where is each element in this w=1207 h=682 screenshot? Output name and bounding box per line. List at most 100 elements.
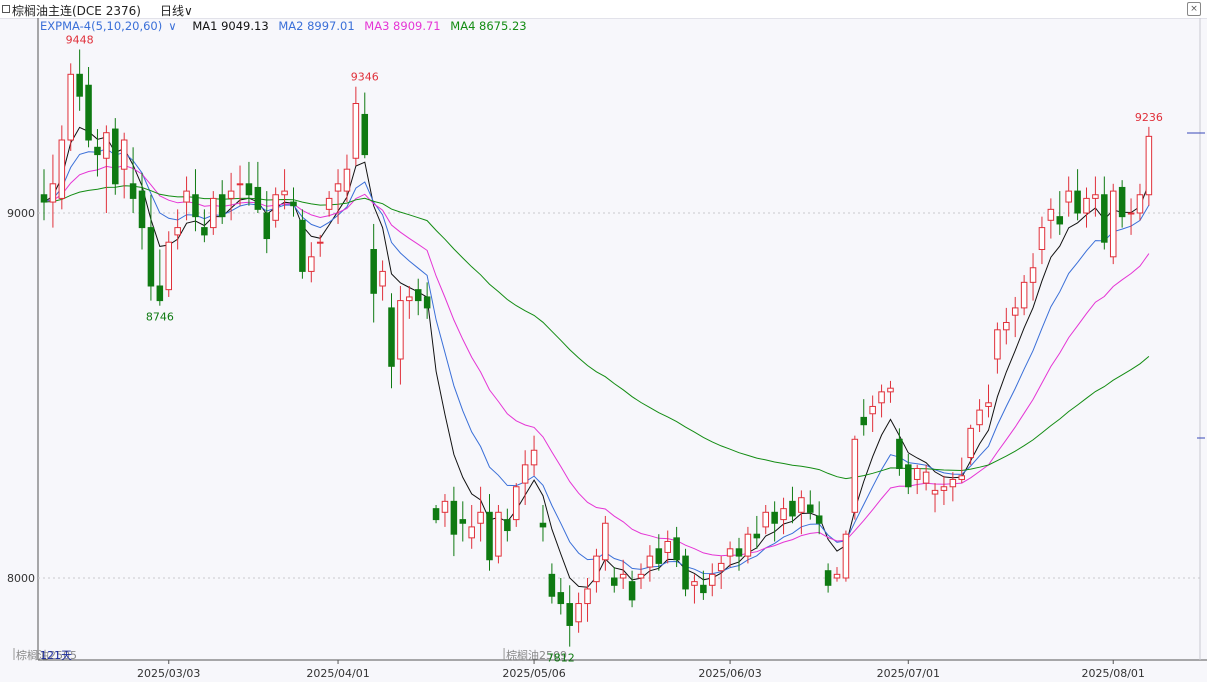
candle-body[interactable] xyxy=(227,190,235,199)
candle-body[interactable] xyxy=(138,190,146,229)
candle-body[interactable] xyxy=(379,270,386,287)
candle-body[interactable] xyxy=(183,190,190,203)
candle-body[interactable] xyxy=(709,573,716,586)
candle-body[interactable] xyxy=(85,84,92,141)
candle-body[interactable] xyxy=(120,139,128,170)
candle-body[interactable] xyxy=(548,573,556,597)
candle-body[interactable] xyxy=(789,500,796,517)
candle-body[interactable] xyxy=(147,227,155,287)
candle-body[interactable] xyxy=(495,511,502,557)
candle-body[interactable] xyxy=(1101,194,1108,243)
candle-body[interactable] xyxy=(700,584,707,594)
candle-body[interactable] xyxy=(798,497,805,513)
candle-body[interactable] xyxy=(334,183,342,192)
candle-body[interactable] xyxy=(272,194,279,221)
candle-body[interactable] xyxy=(58,139,66,199)
candle-body[interactable] xyxy=(397,300,404,360)
candle-body[interactable] xyxy=(486,511,493,561)
candle-body[interactable] xyxy=(218,194,226,218)
candle-body[interactable] xyxy=(245,183,253,196)
candle-body[interactable] xyxy=(477,511,484,524)
candle-body[interactable] xyxy=(762,511,769,528)
candle-body[interactable] xyxy=(726,548,734,557)
candle-body[interactable] xyxy=(432,508,440,521)
candle-body[interactable] xyxy=(468,526,475,539)
candle-body[interactable] xyxy=(628,581,636,601)
candle-body[interactable] xyxy=(584,588,591,605)
candle-body[interactable] xyxy=(682,555,689,590)
candle-body[interactable] xyxy=(406,296,413,302)
candle-body[interactable] xyxy=(174,227,181,236)
candle-body[interactable] xyxy=(290,201,297,207)
candle-body[interactable] xyxy=(450,500,458,535)
candle-body[interactable] xyxy=(49,183,57,203)
candle-body[interactable] xyxy=(664,541,671,553)
candle-body[interactable] xyxy=(201,227,208,236)
candle-body[interactable] xyxy=(521,464,529,484)
candle-body[interactable] xyxy=(780,508,787,521)
candle-body[interactable] xyxy=(1011,307,1019,316)
candle-body[interactable] xyxy=(361,113,369,156)
candle-body[interactable] xyxy=(1092,194,1099,199)
candle-body[interactable] xyxy=(1109,190,1117,258)
candle-body[interactable] xyxy=(325,197,333,210)
candle-body[interactable] xyxy=(807,504,814,513)
candle-body[interactable] xyxy=(263,212,271,240)
candle-body[interactable] xyxy=(967,427,974,459)
candle-body[interactable] xyxy=(76,73,83,97)
candle-body[interactable] xyxy=(1065,190,1072,203)
candle-body[interactable] xyxy=(352,103,360,159)
candle-body[interactable] xyxy=(922,471,930,484)
candle-body[interactable] xyxy=(896,438,903,469)
candle-body[interactable] xyxy=(1136,194,1144,214)
candle-body[interactable] xyxy=(236,183,244,186)
candle-body[interactable] xyxy=(94,146,101,156)
candle-body[interactable] xyxy=(423,296,431,309)
candle-body[interactable] xyxy=(637,573,645,579)
candle-body[interactable] xyxy=(1020,281,1028,309)
candle-body[interactable] xyxy=(281,190,288,196)
candle-body[interactable] xyxy=(655,548,663,564)
candle-body[interactable] xyxy=(1047,208,1055,221)
candle-body[interactable] xyxy=(343,168,351,192)
candle-body[interactable] xyxy=(744,533,752,557)
candle-body[interactable] xyxy=(539,522,547,528)
candlestick-chart[interactable]: 8000 9000 2025/03/03 2025/04/01 2025/05/06 20… xyxy=(0,0,1207,682)
candle-body[interactable] xyxy=(165,241,173,291)
candle-body[interactable] xyxy=(1145,135,1153,196)
candle-body[interactable] xyxy=(878,391,885,404)
candle-body[interactable] xyxy=(860,416,868,426)
candle-body[interactable] xyxy=(815,515,823,524)
candle-body[interactable] xyxy=(842,533,850,579)
candle-body[interactable] xyxy=(103,132,110,159)
candle-body[interactable] xyxy=(833,573,841,579)
candle-body[interactable] xyxy=(156,285,164,302)
candle-body[interactable] xyxy=(1074,190,1081,214)
candle-body[interactable] xyxy=(192,194,199,218)
candle-body[interactable] xyxy=(940,486,948,491)
candle-body[interactable] xyxy=(575,603,582,623)
candle-body[interactable] xyxy=(566,603,573,626)
candle-body[interactable] xyxy=(1118,186,1126,218)
candle-body[interactable] xyxy=(1127,212,1135,215)
candle-body[interactable] xyxy=(1056,216,1064,225)
candle-body[interactable] xyxy=(735,548,743,557)
candle-body[interactable] xyxy=(316,241,324,244)
candle-body[interactable] xyxy=(504,519,511,532)
candle-body[interactable] xyxy=(1083,197,1090,214)
candle-body[interactable] xyxy=(958,475,966,480)
candle-body[interactable] xyxy=(771,511,778,524)
candle-body[interactable] xyxy=(673,537,680,561)
candle-body[interactable] xyxy=(129,183,137,199)
candle-body[interactable] xyxy=(210,197,217,229)
candle-body[interactable] xyxy=(299,219,306,272)
candle-body[interactable] xyxy=(459,519,467,524)
candle-body[interactable] xyxy=(905,464,912,488)
candle-body[interactable] xyxy=(717,562,725,572)
candle-body[interactable] xyxy=(753,533,761,539)
candle-body[interactable] xyxy=(985,402,992,407)
candle-body[interactable] xyxy=(530,449,538,466)
candle-body[interactable] xyxy=(40,194,48,203)
candle-body[interactable] xyxy=(610,577,618,586)
candle-body[interactable] xyxy=(887,387,894,393)
